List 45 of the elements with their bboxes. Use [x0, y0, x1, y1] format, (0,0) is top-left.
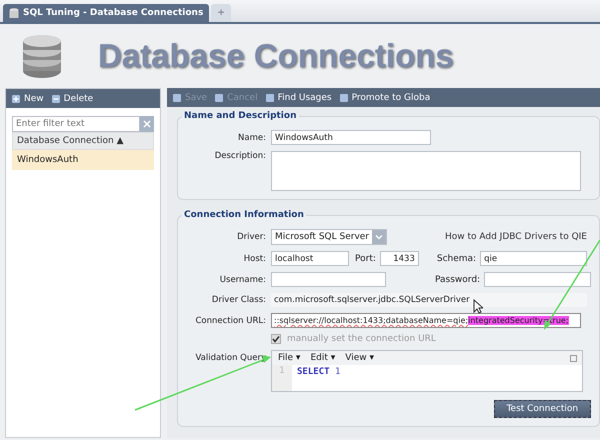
schema-field[interactable]: qie: [480, 251, 588, 266]
database-icon: [22, 33, 62, 79]
toolbar-button[interactable]: Promote to Globa: [340, 92, 430, 102]
cursor-icon: [473, 299, 483, 314]
field-label: Description:: [214, 151, 267, 161]
field-label: Driver Class:: [210, 295, 267, 305]
menu-item[interactable]: Edit ▾: [310, 353, 336, 363]
toolbar-button[interactable]: Find Usages: [266, 92, 332, 102]
delete-button[interactable]: Delete: [52, 94, 94, 104]
code-line: SELECT 1: [296, 366, 340, 376]
description-field[interactable]: [271, 151, 581, 191]
name-field[interactable]: WindowsAuth: [271, 130, 431, 145]
field-label: Host:: [242, 254, 267, 264]
column-header[interactable]: Database Connection ▲: [12, 132, 154, 150]
field-label: Driver:: [236, 232, 267, 242]
field-label: Username:: [218, 274, 267, 284]
group-title: Name and Description: [183, 111, 298, 121]
menu-item[interactable]: File ▾: [278, 353, 300, 363]
test-connection-button[interactable]: Test Connection: [494, 400, 592, 418]
list-item[interactable]: WindowsAuth: [12, 150, 154, 170]
group-title: Connection Information: [183, 210, 305, 220]
tab[interactable]: SQL Tuning - Database Connections: [3, 4, 210, 22]
maximize-icon[interactable]: [570, 354, 577, 362]
page-title: Database Connections: [98, 37, 454, 75]
driver-dropdown[interactable]: Microsoft SQL Server: [271, 229, 387, 245]
database-icon: [9, 8, 19, 18]
driver-class-value: com.microsoft.sqlserver.jdbc.SQLServerDriver: [271, 293, 587, 307]
port-field[interactable]: 1433: [380, 251, 419, 266]
minus-icon: [52, 94, 60, 102]
host-field[interactable]: localhost: [271, 251, 349, 266]
field-label: Password:: [435, 274, 480, 284]
checkbox[interactable]: [271, 334, 281, 344]
username-field[interactable]: [271, 272, 386, 287]
menu-item[interactable]: View ▾: [345, 353, 374, 363]
filter-field[interactable]: Enter filter text: [12, 116, 140, 132]
plus-icon: [12, 94, 20, 102]
help-link[interactable]: How to Add JDBC Drivers to QIE: [445, 232, 587, 242]
clear-icon[interactable]: [140, 116, 154, 132]
new-button[interactable]: New: [12, 94, 44, 104]
field-label: Name:: [237, 132, 267, 142]
field-label: Connection URL:: [194, 316, 267, 326]
field-label: Port:: [355, 254, 376, 264]
checkbox-label: manually set the connection URL: [287, 334, 436, 344]
field-label: Schema:: [436, 254, 476, 264]
password-field[interactable]: [484, 272, 592, 287]
